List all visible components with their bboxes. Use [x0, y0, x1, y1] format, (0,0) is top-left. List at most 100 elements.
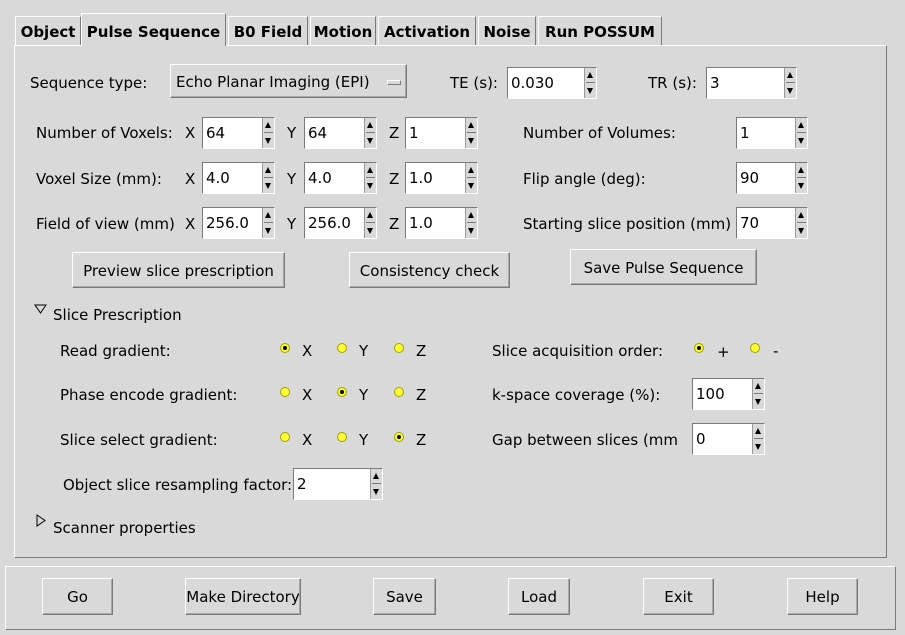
spin-arrows[interactable] — [752, 424, 764, 454]
make-directory-button[interactable]: Make Directory — [185, 578, 301, 615]
num-voxels-y-spinbox[interactable]: 64 — [304, 117, 377, 149]
spin-arrows[interactable] — [370, 469, 382, 499]
go-button[interactable]: Go — [42, 578, 113, 615]
resampling-factor-value: 2 — [297, 475, 307, 493]
te-label: TE (s): — [450, 74, 498, 92]
te-spinbox[interactable]: 0.030 — [507, 67, 597, 99]
flip-angle-spinbox[interactable]: 90 — [736, 162, 808, 194]
te-spin-arrows[interactable] — [584, 68, 596, 98]
spin-arrows[interactable] — [364, 118, 376, 148]
voxel-size-y-spinbox[interactable]: 4.0 — [304, 162, 377, 194]
num-volumes-spinbox[interactable]: 1 — [736, 117, 808, 149]
preview-slice-button[interactable]: Preview slice prescription — [72, 252, 285, 288]
tab-pulse-sequence[interactable]: Pulse Sequence — [81, 13, 226, 46]
fov-z-spinbox[interactable]: 1.0 — [405, 207, 478, 239]
starting-slice-value: 70 — [740, 214, 760, 232]
fov-y-spinbox[interactable]: 256.0 — [304, 207, 377, 239]
spin-arrows[interactable] — [262, 118, 274, 148]
spin-arrows[interactable] — [262, 208, 274, 238]
phase-encode-y-label: Y — [359, 386, 369, 404]
tab-motion[interactable]: Motion — [310, 16, 376, 46]
save-button[interactable]: Save — [373, 578, 436, 615]
active-tab-joint — [82, 44, 225, 47]
fov-x-label: X — [185, 215, 196, 233]
slice-select-y-label: Y — [359, 431, 369, 449]
voxel-size-y-value: 4.0 — [308, 169, 332, 187]
num-volumes-value: 1 — [740, 124, 750, 142]
slice-prescription-title[interactable]: Slice Prescription — [53, 306, 182, 324]
phase-encode-z-radio[interactable] — [394, 387, 404, 397]
collapse-triangle-icon[interactable] — [36, 514, 46, 527]
starting-slice-label: Starting slice position (mm) — [523, 215, 732, 233]
spin-arrows[interactable] — [795, 118, 807, 148]
spin-arrows[interactable] — [465, 163, 477, 193]
voxel-size-x-spinbox[interactable]: 4.0 — [202, 162, 275, 194]
slice-select-y-radio[interactable] — [337, 432, 347, 442]
flip-angle-label: Flip angle (deg): — [523, 170, 646, 188]
read-gradient-x-radio[interactable] — [280, 343, 290, 353]
kspace-coverage-label: k-space coverage (%): — [492, 386, 661, 404]
voxel-size-z-label: Z — [389, 170, 400, 188]
num-voxels-z-value: 1 — [409, 124, 419, 142]
tab-run-possum[interactable]: Run POSSUM — [538, 16, 662, 46]
dropdown-indicator-icon — [387, 80, 401, 85]
tr-label: TR (s): — [648, 74, 697, 92]
kspace-coverage-spinbox[interactable]: 100 — [692, 378, 765, 410]
num-voxels-x-value: 64 — [206, 124, 226, 142]
tab-activation[interactable]: Activation — [378, 16, 476, 46]
tr-value: 3 — [710, 74, 720, 92]
scanner-properties-title[interactable]: Scanner properties — [53, 519, 196, 537]
spin-arrows[interactable] — [465, 208, 477, 238]
fov-x-value: 256.0 — [206, 214, 249, 232]
tab-b0-field[interactable]: B0 Field — [228, 16, 308, 46]
slice-select-x-radio[interactable] — [280, 432, 290, 442]
slice-gap-label: Gap between slices (mm — [492, 431, 679, 449]
tab-noise[interactable]: Noise — [478, 16, 536, 46]
exit-button[interactable]: Exit — [643, 578, 714, 615]
spin-arrows[interactable] — [262, 163, 274, 193]
sequence-type-dropdown[interactable]: Echo Planar Imaging (EPI) — [170, 64, 407, 98]
read-gradient-x-label: X — [302, 342, 313, 360]
num-voxels-z-spinbox[interactable]: 1 — [405, 117, 478, 149]
consistency-check-button[interactable]: Consistency check — [349, 252, 510, 288]
help-button[interactable]: Help — [787, 578, 858, 615]
spin-arrows[interactable] — [795, 163, 807, 193]
spin-arrows[interactable] — [364, 163, 376, 193]
num-voxels-y-label: Y — [287, 124, 297, 142]
fov-label: Field of view (mm) — [36, 215, 175, 233]
read-gradient-label: Read gradient: — [60, 342, 171, 360]
spin-arrows[interactable] — [795, 208, 807, 238]
resampling-factor-spinbox[interactable]: 2 — [293, 468, 383, 500]
slice-select-z-radio[interactable] — [394, 432, 404, 442]
save-pulse-sequence-button[interactable]: Save Pulse Sequence — [570, 249, 757, 285]
tr-spinbox[interactable]: 3 — [706, 67, 797, 99]
slice-order-plus-label: + — [717, 343, 730, 361]
phase-encode-y-radio[interactable] — [337, 387, 347, 397]
fov-z-value: 1.0 — [409, 214, 433, 232]
slice-order-minus-label: - — [773, 342, 779, 360]
voxel-size-x-value: 4.0 — [206, 169, 230, 187]
phase-encode-x-label: X — [302, 386, 313, 404]
load-button[interactable]: Load — [508, 578, 570, 615]
expand-triangle-icon[interactable] — [34, 304, 47, 314]
read-gradient-y-radio[interactable] — [337, 343, 347, 353]
tab-object[interactable]: Object — [15, 16, 81, 46]
slice-order-minus-radio[interactable] — [750, 343, 760, 353]
tr-spin-arrows[interactable] — [784, 68, 796, 98]
spin-arrows[interactable] — [364, 208, 376, 238]
slice-order-plus-radio[interactable] — [694, 343, 704, 353]
spin-arrows[interactable] — [752, 379, 764, 409]
sequence-type-label: Sequence type: — [30, 74, 148, 92]
phase-encode-x-radio[interactable] — [280, 387, 290, 397]
phase-encode-z-label: Z — [416, 386, 427, 404]
spin-arrows[interactable] — [465, 118, 477, 148]
num-voxels-x-spinbox[interactable]: 64 — [202, 117, 275, 149]
num-voxels-label: Number of Voxels: — [36, 124, 173, 142]
te-value: 0.030 — [511, 74, 554, 92]
voxel-size-z-spinbox[interactable]: 1.0 — [405, 162, 478, 194]
read-gradient-z-radio[interactable] — [394, 343, 404, 353]
kspace-coverage-value: 100 — [696, 385, 725, 403]
fov-x-spinbox[interactable]: 256.0 — [202, 207, 275, 239]
slice-gap-spinbox[interactable]: 0 — [692, 423, 765, 455]
starting-slice-spinbox[interactable]: 70 — [736, 207, 808, 239]
